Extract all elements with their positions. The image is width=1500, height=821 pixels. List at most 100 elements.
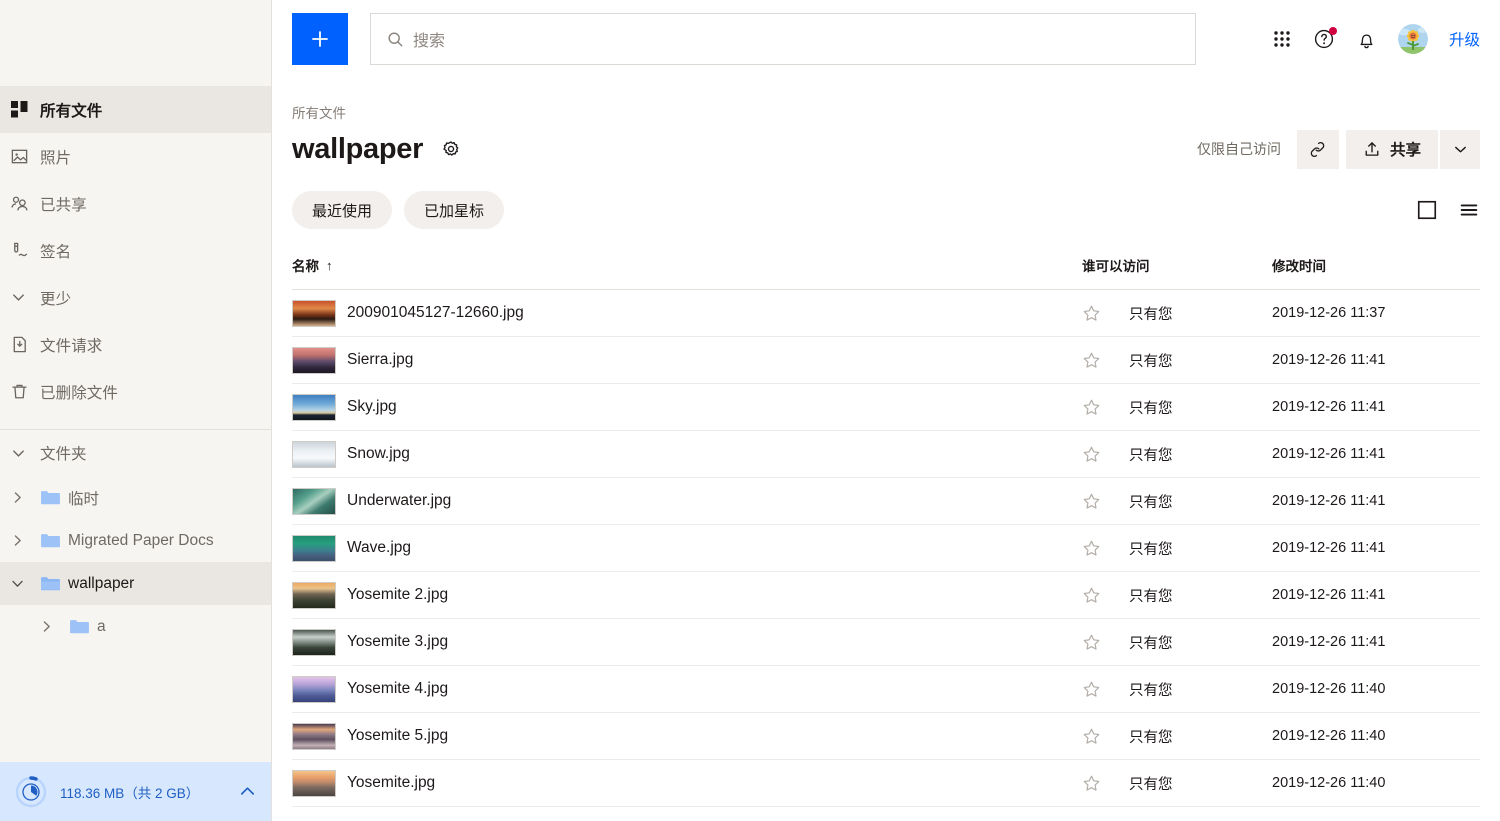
access-note: 仅限自己访问 (1196, 141, 1281, 157)
file-name-cell: 200901045127-12660.jpg (292, 299, 1082, 327)
table-row[interactable]: Wave.jpg 只有您 2019-12-26 11:41 (292, 525, 1480, 572)
signature-icon (10, 239, 40, 263)
sidebar-item-file-requests[interactable]: 文件请求 (0, 321, 271, 368)
folder-icon (69, 618, 97, 635)
column-header-access[interactable]: 谁可以访问 (1082, 255, 1272, 275)
chevron-down-icon (10, 445, 40, 462)
access-cell: 只有您 (1129, 635, 1173, 652)
share-button[interactable]: 共享 (1345, 129, 1438, 169)
star-icon[interactable] (1082, 586, 1101, 605)
storage-ring-icon (14, 775, 48, 809)
column-header-name[interactable]: 名称 ↑ (292, 255, 1082, 275)
access-cell: 只有您 (1129, 682, 1173, 699)
table-header-row: 名称 ↑ 谁可以访问 修改时间 (292, 255, 1480, 290)
star-icon[interactable] (1082, 680, 1101, 699)
star-icon[interactable] (1082, 539, 1101, 558)
sidebar-item-all-files[interactable]: 所有文件 (0, 86, 271, 133)
chevron-down-icon[interactable] (10, 576, 40, 591)
folder-tree-item-migrated-paper-docs[interactable]: Migrated Paper Docs (0, 519, 271, 562)
star-cell (1082, 727, 1129, 746)
storage-usage-text: 118.36 MB（共 2 GB） (60, 785, 200, 801)
table-row[interactable]: Underwater.jpg 只有您 2019-12-26 11:41 (292, 478, 1480, 525)
chevron-down-icon (10, 286, 40, 310)
table-row[interactable]: Yosemite 2.jpg 只有您 2019-12-26 11:41 (292, 572, 1480, 619)
folder-open-icon (40, 575, 68, 592)
modified-cell: 2019-12-26 11:40 (1272, 681, 1386, 697)
sidebar-item-photos[interactable]: 照片 (0, 133, 271, 180)
app-root: 所有文件 照片 已共享 签名 更少 文件请求 已删除文件 文件夹 临时 Migr… (0, 0, 1500, 821)
all-files-icon (10, 98, 40, 122)
star-cell (1082, 398, 1129, 417)
search-input[interactable]: 搜索 (413, 27, 445, 51)
table-row[interactable]: Sky.jpg 只有您 2019-12-26 11:41 (292, 384, 1480, 431)
star-icon[interactable] (1082, 774, 1101, 793)
breadcrumb[interactable]: 所有文件 (292, 102, 1480, 121)
file-request-icon (10, 333, 40, 357)
user-avatar[interactable] (1397, 24, 1428, 54)
star-icon[interactable] (1082, 351, 1101, 370)
copy-link-button[interactable] (1296, 129, 1339, 169)
file-name-label: Yosemite 3.jpg (347, 633, 449, 650)
file-thumbnail (292, 769, 336, 797)
file-thumbnail (292, 393, 336, 421)
table-row[interactable]: Yosemite 4.jpg 只有您 2019-12-26 11:40 (292, 666, 1480, 713)
file-name-cell: Underwater.jpg (292, 487, 1082, 515)
table-row[interactable]: Yosemite.jpg 只有您 2019-12-26 11:40 (292, 760, 1480, 807)
grid-view-icon[interactable] (1416, 199, 1438, 221)
chevron-right-icon[interactable] (10, 490, 40, 505)
folder-tree-item-a[interactable]: a (0, 605, 271, 648)
sidebar-item-signature[interactable]: 签名 (0, 227, 271, 274)
star-icon[interactable] (1082, 304, 1101, 323)
help-circle-icon[interactable] (1313, 27, 1337, 50)
table-row[interactable]: Yosemite 5.jpg 只有您 2019-12-26 11:40 (292, 713, 1480, 760)
star-icon[interactable] (1082, 633, 1101, 652)
sidebar: 所有文件 照片 已共享 签名 更少 文件请求 已删除文件 文件夹 临时 Migr… (0, 0, 272, 821)
trash-icon (10, 380, 40, 404)
folder-tree-item-temp[interactable]: 临时 (0, 476, 271, 519)
search-bar[interactable]: 搜索 (370, 13, 1196, 65)
bell-icon[interactable] (1356, 29, 1377, 50)
table-row[interactable]: 200901045127-12660.jpg 只有您 2019-12-26 11:3… (292, 290, 1480, 337)
table-row[interactable]: Sierra.jpg 只有您 2019-12-26 11:41 (292, 337, 1480, 384)
grid-apps-icon[interactable] (1272, 29, 1292, 49)
table-row[interactable]: Snow.jpg 只有您 2019-12-26 11:41 (292, 431, 1480, 478)
star-icon[interactable] (1082, 398, 1101, 417)
star-icon[interactable] (1082, 492, 1101, 511)
view-toggle-group (1416, 199, 1480, 221)
column-header-modified[interactable]: 修改时间 (1272, 255, 1480, 275)
star-icon[interactable] (1082, 445, 1101, 464)
list-view-icon[interactable] (1458, 199, 1480, 221)
file-name-cell: Sierra.jpg (292, 346, 1082, 374)
file-name-label: 200901045127-12660.jpg (347, 304, 524, 321)
upgrade-link[interactable]: 升级 (1449, 28, 1480, 50)
gear-icon[interactable] (442, 140, 460, 158)
sort-ascending-icon: ↑ (326, 257, 333, 273)
search-icon (387, 31, 404, 48)
file-table: 名称 ↑ 谁可以访问 修改时间 200901045127-12660.jpg 只有… (292, 255, 1480, 807)
create-new-button[interactable] (292, 13, 348, 65)
star-cell (1082, 774, 1129, 793)
filter-pill-recent[interactable]: 最近使用 (292, 191, 393, 229)
chevron-up-icon[interactable] (238, 782, 257, 801)
folder-tree-item-wallpaper[interactable]: wallpaper (0, 562, 271, 605)
sidebar-folders-section[interactable]: 文件夹 (0, 430, 271, 476)
file-thumbnail (292, 440, 336, 468)
file-name-cell: Yosemite 3.jpg (292, 628, 1082, 656)
access-cell: 只有您 (1129, 353, 1173, 370)
access-cell: 只有您 (1129, 494, 1173, 511)
top-bar-actions: 升级 (1252, 24, 1480, 54)
storage-usage-bar[interactable]: 118.36 MB（共 2 GB） (0, 762, 271, 821)
file-thumbnail (292, 675, 336, 703)
star-icon[interactable] (1082, 727, 1101, 746)
sidebar-item-less[interactable]: 更少 (0, 274, 271, 321)
share-options-caret[interactable] (1440, 129, 1480, 169)
sidebar-item-shared[interactable]: 已共享 (0, 180, 271, 227)
chevron-right-icon[interactable] (10, 533, 40, 548)
access-cell: 只有您 (1129, 447, 1173, 464)
chevron-right-icon[interactable] (39, 619, 69, 634)
filter-pill-starred[interactable]: 已加星标 (404, 191, 505, 229)
table-row[interactable]: Yosemite 3.jpg 只有您 2019-12-26 11:41 (292, 619, 1480, 666)
sidebar-item-deleted-files[interactable]: 已删除文件 (0, 368, 271, 415)
file-name-label: Yosemite 5.jpg (347, 727, 449, 744)
folder-tree-label: a (97, 617, 106, 635)
